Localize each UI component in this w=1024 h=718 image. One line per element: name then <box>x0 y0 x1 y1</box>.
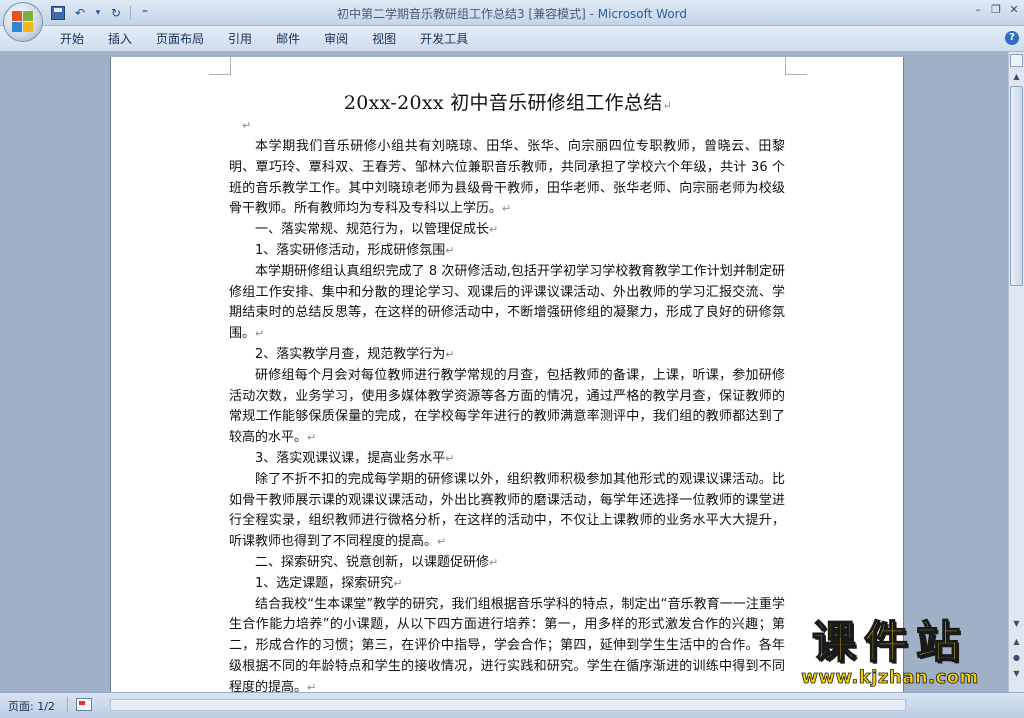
window-controls: – ❐ ✕ <box>972 3 1020 16</box>
paragraph: 结合我校“生本课堂”教学的研究，我们组根据音乐学科的特点，制定出“音乐教育一一注… <box>229 595 785 697</box>
document-page[interactable]: 20xx-20xx 初中音乐研修组工作总结↵ ↵ 本学期我们音乐研修小组共有刘晓… <box>110 57 904 697</box>
title-bar: ↶ ▾ ↻ ⁼ 初中第二学期音乐教研组工作总结3 [兼容模式] - Micros… <box>0 0 1024 26</box>
subheading: 1、落实研修活动，形成研修氛围↵ <box>229 241 785 262</box>
proofing-icon[interactable] <box>76 698 92 711</box>
office-logo-icon <box>12 11 34 33</box>
status-separator <box>67 697 68 713</box>
close-icon[interactable]: ✕ <box>1008 3 1020 16</box>
title-separator: - <box>585 7 598 21</box>
watermark-brand: 课件站 <box>811 617 968 669</box>
tab-insert[interactable]: 插入 <box>96 31 144 47</box>
document-title: 20xx-20xx 初中音乐研修组工作总结↵ <box>111 88 903 115</box>
document-name: 初中第二学期音乐教研组工作总结3 [兼容模式] <box>336 7 586 21</box>
paragraph-mark: ↵ <box>489 555 499 569</box>
paragraph-mark: ↵ <box>255 327 265 341</box>
tab-page-layout[interactable]: 页面布局 <box>144 31 216 47</box>
paragraph-text: 2、落实教学月查，规范教学行为 <box>255 346 446 362</box>
paragraph-text: 1、落实研修活动，形成研修氛围 <box>255 242 446 258</box>
paragraph-text: 二、探索研究、锐意创新，以课题促研修 <box>255 554 490 570</box>
office-button[interactable] <box>3 2 43 42</box>
vertical-scrollbar[interactable]: ▲ ▼ ▲ ● ▼ <box>1008 52 1024 692</box>
paragraph-text: 1、选定课题，探索研究 <box>255 575 394 591</box>
empty-paragraph-mark: ↵ <box>242 119 252 132</box>
paragraph-mark: ↵ <box>445 243 455 257</box>
previous-page-icon[interactable]: ▲ <box>1010 635 1023 649</box>
document-area: 20xx-20xx 初中音乐研修组工作总结↵ ↵ 本学期我们音乐研修小组共有刘晓… <box>0 52 1008 697</box>
document-body: 本学期我们音乐研修小组共有刘晓琼、田华、张华、向宗丽四位专职教师，曾晓云、田黎明… <box>229 137 785 697</box>
select-browse-object-icon[interactable]: ● <box>1010 651 1023 665</box>
paragraph-text: 本学期研修组认真组织完成了 8 次研修活动,包括开学初学习学校教育教学工作计划并… <box>229 263 785 342</box>
tab-references[interactable]: 引用 <box>216 31 264 47</box>
app-name: Microsoft Word <box>597 7 688 21</box>
tab-review[interactable]: 审阅 <box>312 31 360 47</box>
ribbon: 开始 插入 页面布局 引用 邮件 审阅 视图 开发工具 ? <box>0 26 1024 52</box>
restore-icon[interactable]: ❐ <box>990 3 1002 16</box>
help-icon[interactable]: ? <box>1005 31 1019 45</box>
next-page-icon[interactable]: ▼ <box>1010 667 1023 681</box>
watermark-url: www.kjzhan.com <box>801 667 979 688</box>
minimize-icon[interactable]: – <box>972 3 984 16</box>
subheading: 1、选定课题，探索研究↵ <box>229 574 785 595</box>
paragraph: 本学期我们音乐研修小组共有刘晓琼、田华、张华、向宗丽四位专职教师，曾晓云、田黎明… <box>229 137 785 220</box>
paragraph-text: 3、落实观课议课，提高业务水平 <box>255 450 446 466</box>
scroll-thumb[interactable] <box>1010 86 1023 286</box>
paragraph-mark: ↵ <box>502 202 512 216</box>
ribbon-tabs: 开始 插入 页面布局 引用 邮件 审阅 视图 开发工具 <box>48 31 480 47</box>
tab-mailings[interactable]: 邮件 <box>264 31 312 47</box>
paragraph-mark: ↵ <box>662 99 673 112</box>
paragraph: 本学期研修组认真组织完成了 8 次研修活动,包括开学初学习学校教育教学工作计划并… <box>229 262 785 345</box>
status-bar: 页面: 1/2 <box>0 692 1024 718</box>
subheading: 3、落实观课议课，提高业务水平↵ <box>229 449 785 470</box>
window-title: 初中第二学期音乐教研组工作总结3 [兼容模式] - Microsoft Word <box>0 5 1024 22</box>
paragraph-mark: ↵ <box>307 431 317 445</box>
paragraph-mark: ↵ <box>489 223 499 237</box>
document-title-text: 20xx-20xx 初中音乐研修组工作总结 <box>343 92 663 114</box>
paragraph-mark: ↵ <box>437 535 447 549</box>
horizontal-scrollbar[interactable] <box>110 699 906 711</box>
ruler-toggle-icon[interactable] <box>1010 54 1023 67</box>
tab-developer[interactable]: 开发工具 <box>408 31 480 47</box>
paragraph-mark: ↵ <box>445 347 455 361</box>
margin-corner-right <box>785 57 807 75</box>
tab-home[interactable]: 开始 <box>48 31 96 47</box>
watermark: 课件站 www.kjzhan.com <box>775 617 1005 688</box>
paragraph: 除了不折不扣的完成每学期的研修课以外，组织教师积极参加其他形式的观课议课活动。比… <box>229 470 785 553</box>
paragraph: 研修组每个月会对每位教师进行教学常规的月查，包括教师的备课，上课，听课，参加研修… <box>229 366 785 449</box>
paragraph-mark: ↵ <box>445 451 455 465</box>
paragraph-mark: ↵ <box>393 576 403 590</box>
paragraph-text: 除了不折不扣的完成每学期的研修课以外，组织教师积极参加其他形式的观课议课活动。比… <box>229 471 785 550</box>
subheading: 2、落实教学月查，规范教学行为↵ <box>229 345 785 366</box>
paragraph-text: 一、落实常规、规范行为，以管理促成长 <box>255 222 490 238</box>
page-count[interactable]: 页面: 1/2 <box>8 698 55 714</box>
heading-1: 一、落实常规、规范行为，以管理促成长↵ <box>229 220 785 241</box>
scroll-down-icon[interactable]: ▼ <box>1010 617 1023 631</box>
margin-corner-left <box>209 57 231 75</box>
tab-view[interactable]: 视图 <box>360 31 408 47</box>
scroll-up-icon[interactable]: ▲ <box>1010 70 1023 84</box>
heading-2: 二、探索研究、锐意创新，以课题促研修↵ <box>229 553 785 574</box>
